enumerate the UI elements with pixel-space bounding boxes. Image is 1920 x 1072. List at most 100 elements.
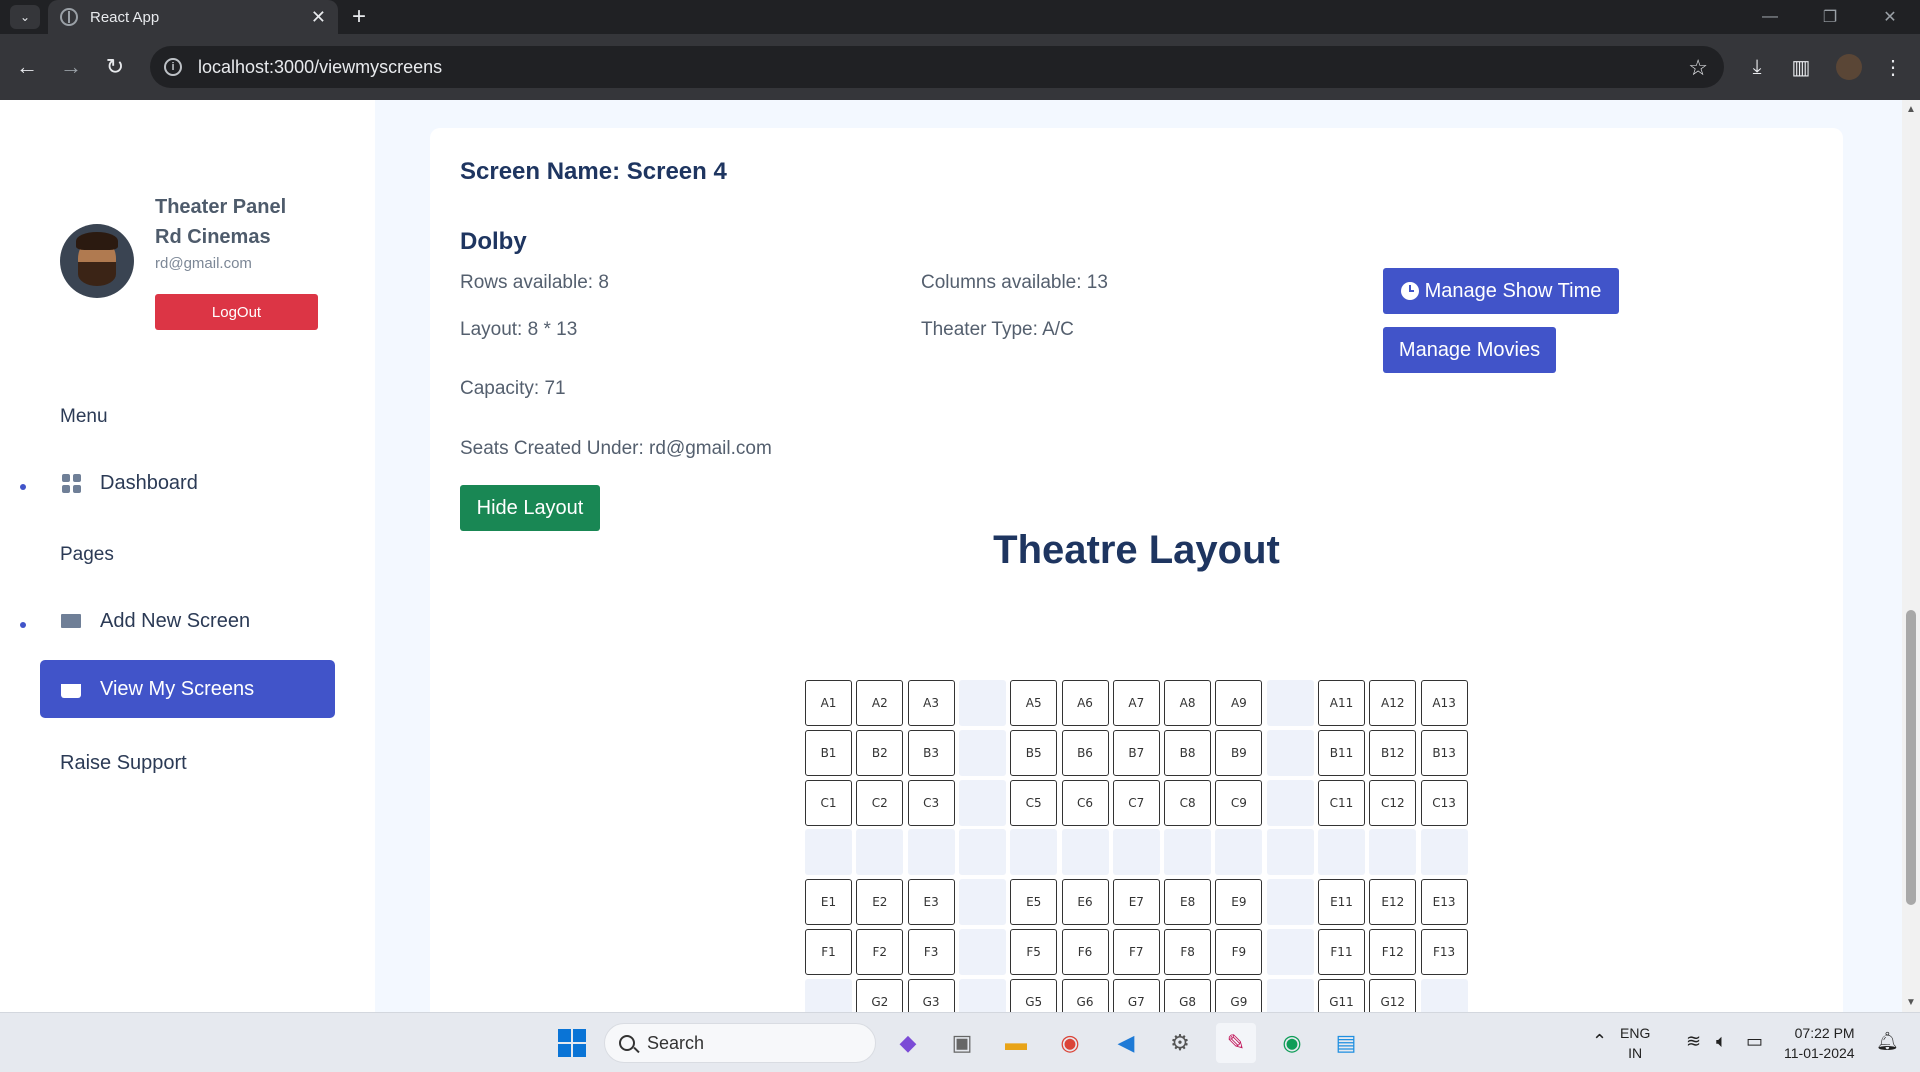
scroll-down-arrow[interactable]: ▼ bbox=[1906, 997, 1916, 1008]
seat[interactable]: A7 bbox=[1112, 680, 1160, 726]
sidebar-item-raise-support[interactable]: Raise Support bbox=[40, 734, 335, 792]
seat[interactable]: E8 bbox=[1164, 879, 1212, 926]
browser-tab[interactable]: React App ✕ bbox=[48, 0, 338, 34]
scroll-up-arrow[interactable]: ▲ bbox=[1906, 104, 1916, 115]
restore-button[interactable]: ❐ bbox=[1800, 0, 1860, 34]
seat[interactable]: C12 bbox=[1369, 779, 1417, 826]
show-hidden-icons-icon[interactable]: ⌃ bbox=[1592, 1031, 1607, 1052]
new-tab-button[interactable]: + bbox=[352, 3, 366, 31]
seat[interactable]: F13 bbox=[1420, 929, 1468, 975]
clock[interactable]: 07:22 PM 11-01-2024 bbox=[1784, 1023, 1855, 1063]
seat[interactable]: B13 bbox=[1420, 729, 1468, 776]
seat[interactable]: G12 bbox=[1369, 978, 1417, 1012]
seat[interactable]: G8 bbox=[1164, 978, 1212, 1012]
seat[interactable]: E11 bbox=[1318, 879, 1365, 926]
seat[interactable]: C11 bbox=[1318, 779, 1365, 826]
seat[interactable]: G3 bbox=[907, 978, 955, 1012]
seat[interactable]: B3 bbox=[907, 729, 955, 776]
seat[interactable]: E6 bbox=[1061, 879, 1109, 926]
seat[interactable]: G5 bbox=[1010, 978, 1058, 1012]
profile-avatar[interactable] bbox=[1834, 52, 1864, 82]
seat[interactable]: B1 bbox=[805, 729, 852, 776]
seat[interactable]: E7 bbox=[1112, 879, 1160, 926]
seat[interactable]: E1 bbox=[805, 879, 852, 926]
hide-layout-button[interactable]: Hide Layout bbox=[460, 485, 600, 531]
bookmark-star-icon[interactable]: ☆ bbox=[1688, 55, 1708, 81]
seat[interactable]: C7 bbox=[1112, 779, 1160, 826]
seat[interactable]: A3 bbox=[907, 680, 955, 726]
seat[interactable]: G7 bbox=[1112, 978, 1160, 1012]
notifications-icon[interactable]: 🔔︎ bbox=[1876, 1031, 1899, 1052]
seat[interactable]: B9 bbox=[1215, 729, 1263, 776]
seat[interactable]: B5 bbox=[1010, 729, 1058, 776]
tab-search-button[interactable]: ⌄ bbox=[10, 5, 40, 29]
seat[interactable]: B7 bbox=[1112, 729, 1160, 776]
forward-button[interactable]: → bbox=[56, 52, 86, 82]
back-button[interactable]: ← bbox=[12, 52, 42, 82]
seat[interactable]: A1 bbox=[805, 680, 852, 726]
settings-icon[interactable]: ⚙ bbox=[1160, 1023, 1200, 1063]
seat[interactable]: A2 bbox=[856, 680, 904, 726]
wifi-icon[interactable]: ≋ bbox=[1686, 1031, 1701, 1052]
seat[interactable]: A9 bbox=[1215, 680, 1263, 726]
seat[interactable]: E9 bbox=[1215, 879, 1263, 926]
logout-button[interactable]: LogOut bbox=[155, 294, 318, 330]
address-bar[interactable]: i localhost:3000/viewmyscreens ☆ bbox=[150, 46, 1724, 88]
seat[interactable]: C5 bbox=[1010, 779, 1058, 826]
minimize-button[interactable]: — bbox=[1740, 0, 1800, 34]
seat[interactable]: C2 bbox=[856, 779, 904, 826]
seat[interactable]: G2 bbox=[856, 978, 904, 1012]
seat[interactable]: A13 bbox=[1420, 680, 1468, 726]
seat[interactable]: C8 bbox=[1164, 779, 1212, 826]
start-button[interactable] bbox=[552, 1023, 592, 1063]
seat[interactable]: E3 bbox=[907, 879, 955, 926]
notepad-icon[interactable]: ▤ bbox=[1326, 1023, 1366, 1063]
seat[interactable]: B12 bbox=[1369, 729, 1417, 776]
seat[interactable]: A8 bbox=[1164, 680, 1212, 726]
seat[interactable]: C3 bbox=[907, 779, 955, 826]
seat[interactable]: E2 bbox=[856, 879, 904, 926]
seat[interactable]: A12 bbox=[1369, 680, 1417, 726]
seat[interactable]: A5 bbox=[1010, 680, 1058, 726]
seat[interactable]: B11 bbox=[1318, 729, 1365, 776]
seat[interactable]: F8 bbox=[1164, 929, 1212, 975]
seat[interactable]: F1 bbox=[805, 929, 852, 975]
seat[interactable]: G11 bbox=[1318, 978, 1365, 1012]
seat[interactable]: E5 bbox=[1010, 879, 1058, 926]
seat[interactable]: G9 bbox=[1215, 978, 1263, 1012]
manage-show-time-button[interactable]: Manage Show Time bbox=[1383, 268, 1619, 314]
sidebar-item-dashboard[interactable]: Dashboard bbox=[40, 454, 335, 512]
seat[interactable]: C9 bbox=[1215, 779, 1263, 826]
reload-button[interactable]: ↻ bbox=[100, 52, 130, 82]
browser-menu-icon[interactable]: ⋮ bbox=[1878, 52, 1908, 82]
seat[interactable]: F7 bbox=[1112, 929, 1160, 975]
volume-icon[interactable]: 🔈︎ bbox=[1716, 1031, 1727, 1052]
chrome-icon[interactable]: ◉ bbox=[1050, 1023, 1090, 1063]
seat[interactable]: A11 bbox=[1318, 680, 1365, 726]
close-tab-icon[interactable]: ✕ bbox=[311, 7, 326, 28]
close-window-button[interactable]: ✕ bbox=[1860, 0, 1920, 34]
copilot-icon[interactable]: ◆ bbox=[888, 1023, 928, 1063]
seat[interactable]: G6 bbox=[1061, 978, 1109, 1012]
seat[interactable]: F12 bbox=[1369, 929, 1417, 975]
chrome-profile-icon[interactable]: ◉ bbox=[1272, 1023, 1312, 1063]
seat[interactable]: C1 bbox=[805, 779, 852, 826]
download-icon[interactable]: ⤓ bbox=[1742, 52, 1772, 82]
seat[interactable]: A6 bbox=[1061, 680, 1109, 726]
side-panel-icon[interactable]: ▥ bbox=[1786, 52, 1816, 82]
seat[interactable]: B8 bbox=[1164, 729, 1212, 776]
site-info-icon[interactable]: i bbox=[164, 58, 182, 76]
page-scrollbar[interactable]: ▲ ▼ bbox=[1902, 100, 1920, 1012]
snipping-tool-icon[interactable]: ✎ bbox=[1216, 1023, 1256, 1063]
manage-movies-button[interactable]: Manage Movies bbox=[1383, 327, 1556, 373]
seat[interactable]: F5 bbox=[1010, 929, 1058, 975]
sidebar-item-view-my-screens[interactable]: View My Screens bbox=[40, 660, 335, 718]
seat[interactable]: F6 bbox=[1061, 929, 1109, 975]
battery-icon[interactable]: ▭ bbox=[1746, 1031, 1763, 1052]
seat[interactable]: E12 bbox=[1369, 879, 1417, 926]
seat[interactable]: F2 bbox=[856, 929, 904, 975]
seat[interactable]: E13 bbox=[1420, 879, 1468, 926]
seat[interactable]: C6 bbox=[1061, 779, 1109, 826]
seat[interactable]: C13 bbox=[1420, 779, 1468, 826]
file-explorer-icon[interactable]: ▬ bbox=[996, 1023, 1036, 1063]
